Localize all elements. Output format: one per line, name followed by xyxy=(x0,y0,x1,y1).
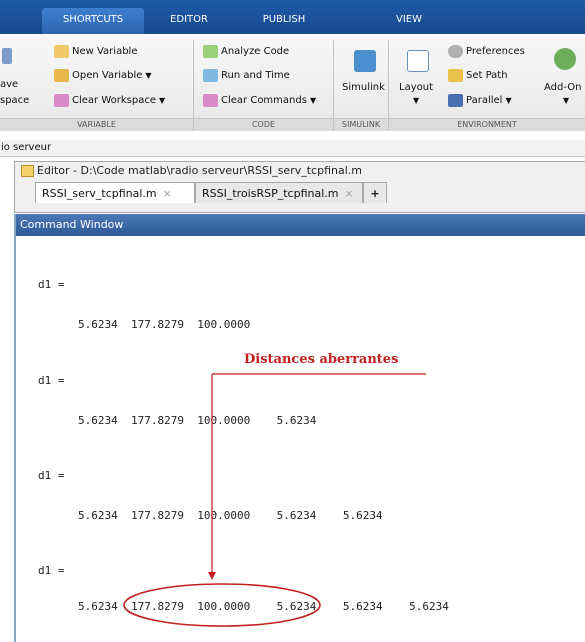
annotation-arrowhead xyxy=(208,572,216,580)
annotation-overlay xyxy=(123,373,426,627)
annotation-ellipse xyxy=(123,583,321,627)
